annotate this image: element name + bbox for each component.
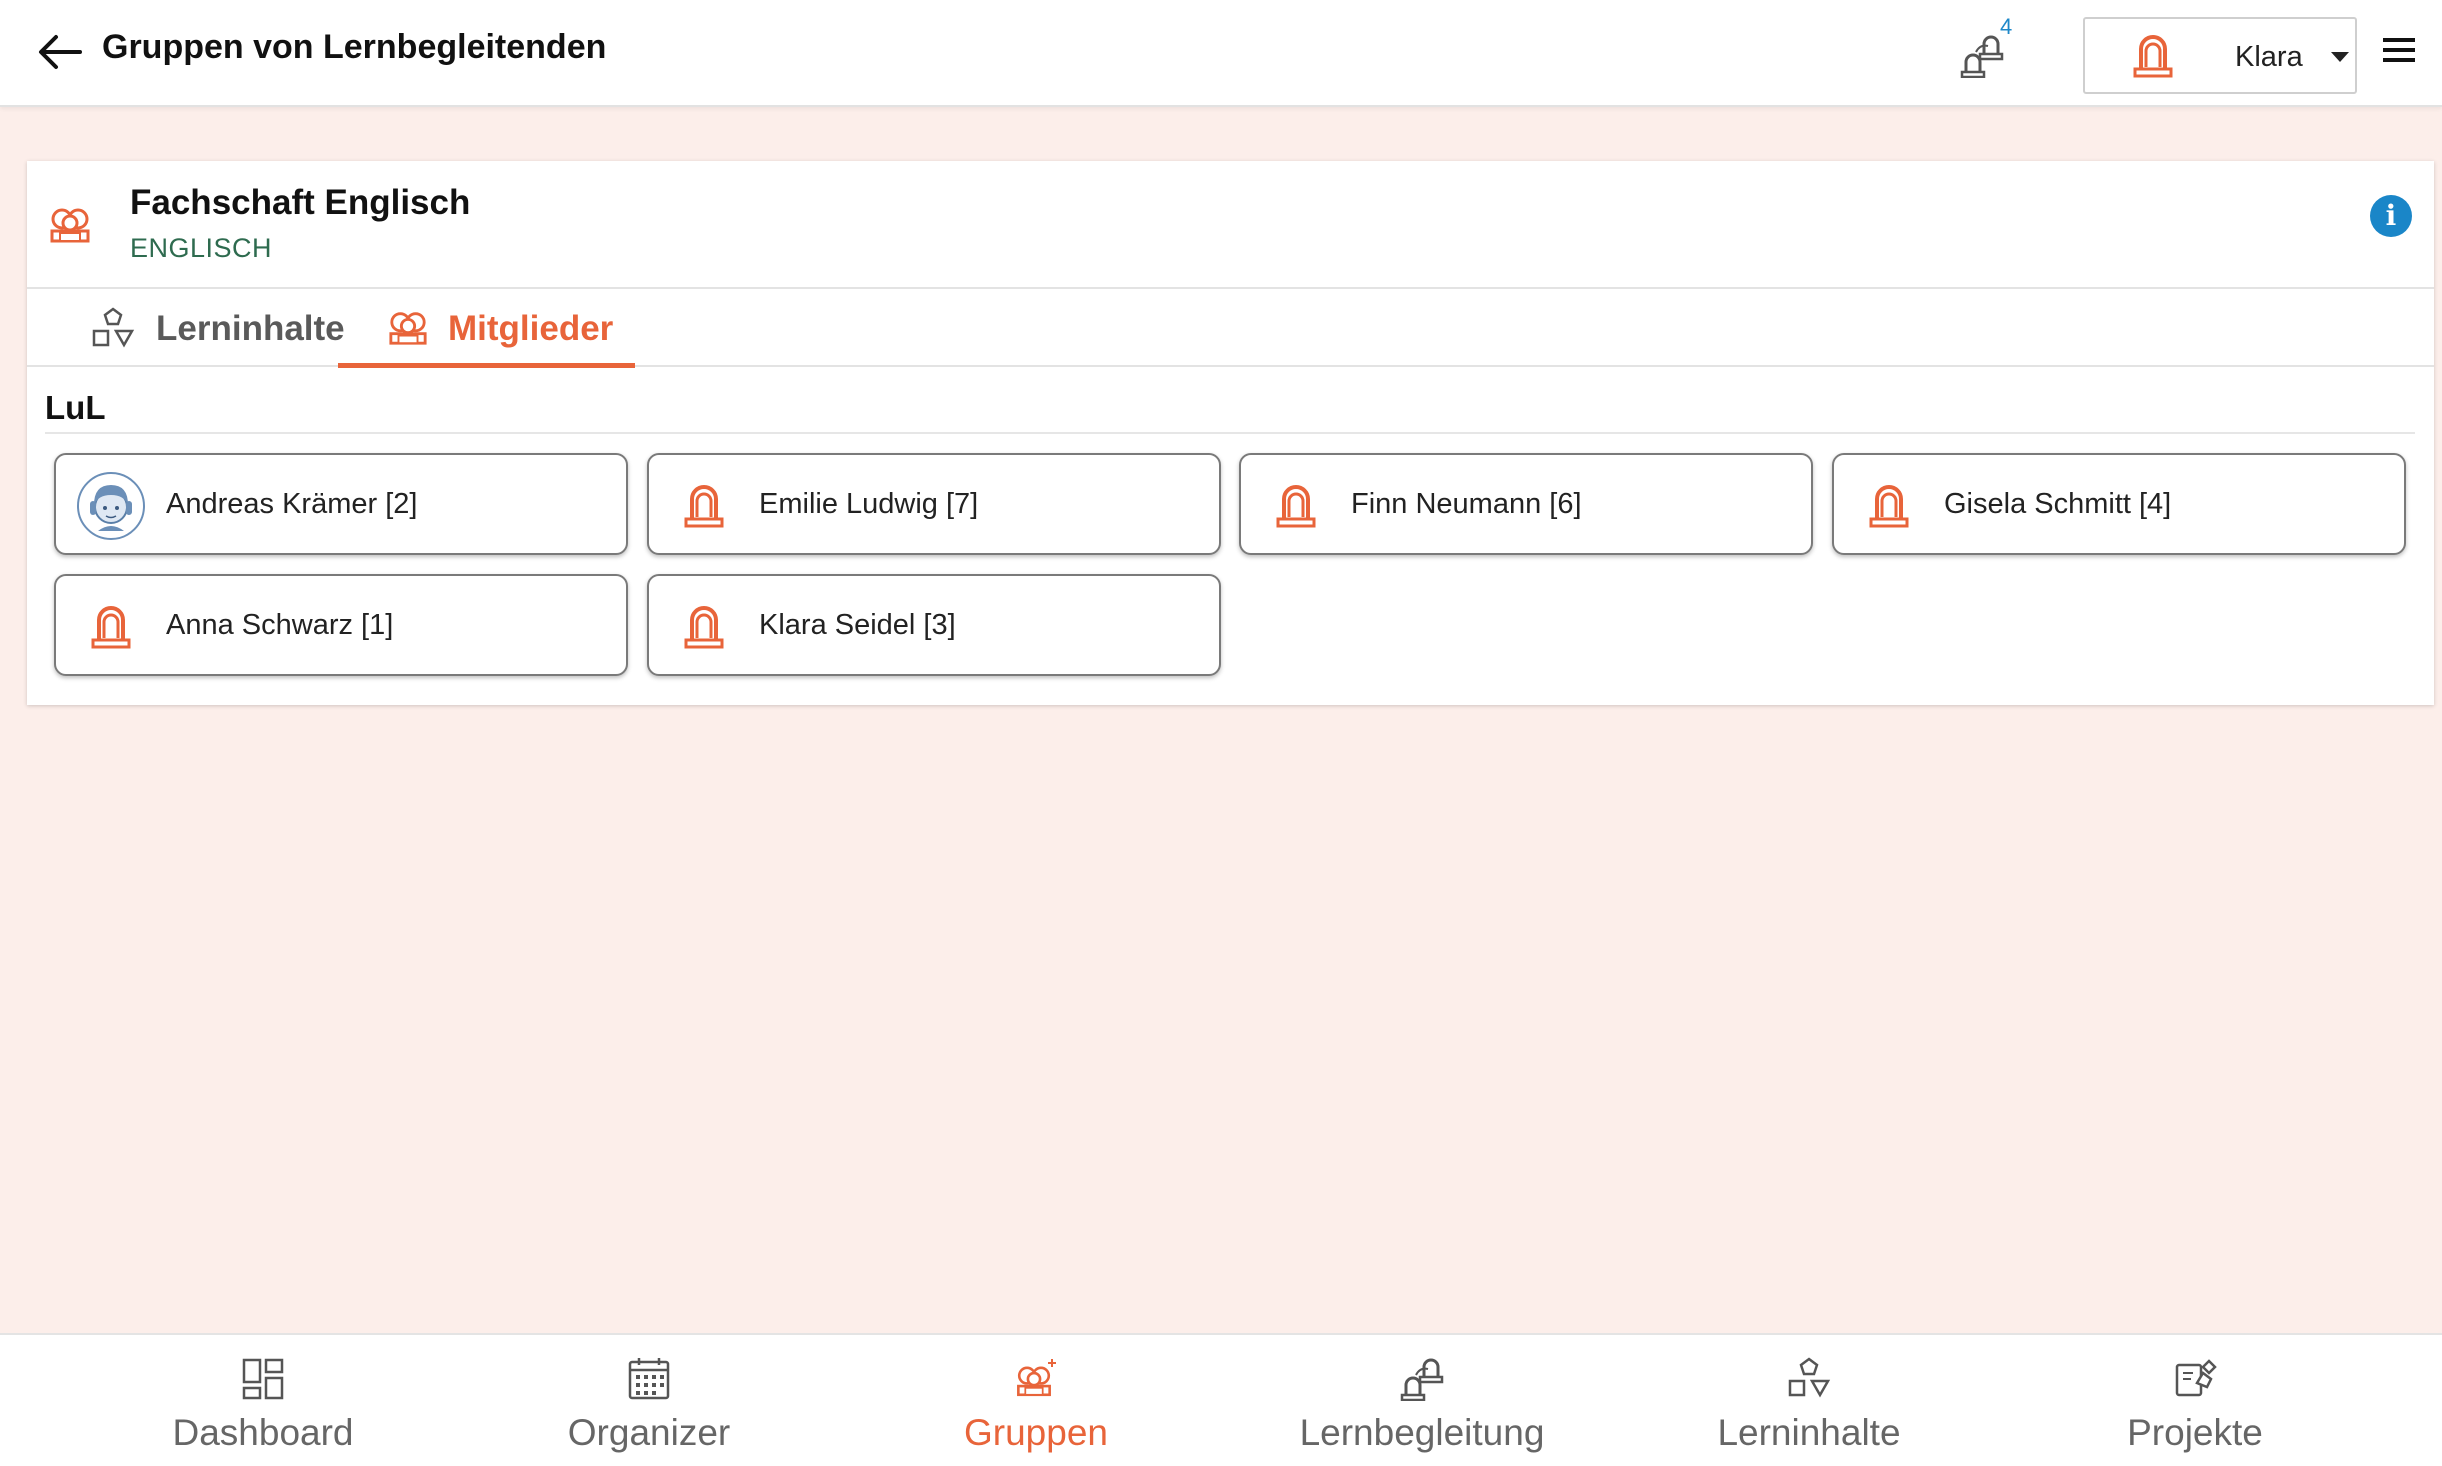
section-title: LuL <box>45 389 106 426</box>
user-avatar <box>77 472 145 540</box>
calendar-icon <box>628 1358 670 1400</box>
member-name: Gisela Schmitt [4] <box>1944 488 2172 520</box>
user-select-dropdown[interactable]: Klara <box>2083 17 2357 94</box>
dashboard-icon <box>242 1358 284 1400</box>
mentoring-icon <box>1400 1358 1444 1401</box>
nav-label: Lernbegleitung <box>1299 1412 1545 1453</box>
back-arrow-icon[interactable] <box>36 30 84 74</box>
info-icon[interactable]: i <box>2370 195 2412 237</box>
member-name: Emilie Ludwig [7] <box>759 488 979 520</box>
page-title: Gruppen von Lernbegleitenden <box>102 28 607 66</box>
nav-label: Dashboard <box>172 1412 354 1453</box>
tab-label: Mitglieder <box>448 309 614 348</box>
user-icon <box>684 485 724 528</box>
nav-label: Lerninhalte <box>1717 1412 1901 1453</box>
member-card[interactable]: Finn Neumann [6] <box>1239 453 1813 555</box>
user-icon <box>684 606 724 649</box>
group-card: Fachschaft Englisch ENGLISCH i Lerninhal… <box>27 161 2434 705</box>
member-card[interactable]: Emilie Ludwig [7] <box>647 453 1221 555</box>
user-icon <box>2133 35 2173 78</box>
nav-label: Organizer <box>567 1412 731 1453</box>
nav-gruppen[interactable]: Gruppen <box>843 1335 1229 1466</box>
user-icon <box>1869 485 1909 528</box>
nav-lerninhalte[interactable]: Lerninhalte <box>1616 1335 2002 1466</box>
user-name: Klara <box>2235 41 2303 73</box>
member-name: Anna Schwarz [1] <box>166 609 394 641</box>
shapes-icon <box>1788 1357 1830 1397</box>
group-icon <box>50 208 90 243</box>
member-name: Finn Neumann [6] <box>1351 488 1582 520</box>
active-tab-indicator <box>338 363 635 368</box>
group-header: Fachschaft Englisch ENGLISCH i <box>27 161 2434 289</box>
tab-label: Lerninhalte <box>156 309 345 348</box>
bottom-navigation: Dashboard Organizer Gruppen Lernbegleitu… <box>0 1333 2442 1466</box>
notification-count-badge: 4 <box>2000 14 2013 39</box>
member-card[interactable]: Gisela Schmitt [4] <box>1832 453 2406 555</box>
nav-label: Projekte <box>2127 1412 2263 1453</box>
member-name: Klara Seidel [3] <box>759 609 956 641</box>
member-card[interactable]: Anna Schwarz [1] <box>54 574 628 676</box>
member-card[interactable]: Andreas Krämer [2] <box>54 453 628 555</box>
group-icon <box>389 312 427 345</box>
user-icon <box>1276 485 1316 528</box>
nav-lernbegleitung[interactable]: Lernbegleitung <box>1229 1335 1615 1466</box>
chevron-down-icon <box>2331 52 2349 62</box>
groups-icon <box>1016 1359 1056 1397</box>
hamburger-menu-icon[interactable] <box>2383 38 2415 68</box>
group-title: Fachschaft Englisch <box>130 183 471 222</box>
nav-projekte[interactable]: Projekte <box>2002 1335 2388 1466</box>
tab-mitglieder[interactable]: Mitglieder <box>338 289 635 368</box>
shapes-icon <box>92 307 134 347</box>
nav-label: Gruppen <box>964 1412 1108 1453</box>
section-divider <box>45 432 2415 434</box>
tab-lerninhalte[interactable]: Lerninhalte <box>63 289 353 367</box>
top-app-bar: Gruppen von Lernbegleitenden 4 Klara <box>0 0 2442 107</box>
user-icon <box>91 606 131 649</box>
nav-organizer[interactable]: Organizer <box>456 1335 842 1466</box>
projects-icon <box>2175 1359 2217 1397</box>
nav-dashboard[interactable]: Dashboard <box>70 1335 456 1466</box>
group-subject: ENGLISCH <box>130 233 273 263</box>
group-tabs: Lerninhalte Mitglieder <box>27 289 2434 368</box>
member-name: Andreas Krämer [2] <box>166 488 418 520</box>
member-card[interactable]: Klara Seidel [3] <box>647 574 1221 676</box>
